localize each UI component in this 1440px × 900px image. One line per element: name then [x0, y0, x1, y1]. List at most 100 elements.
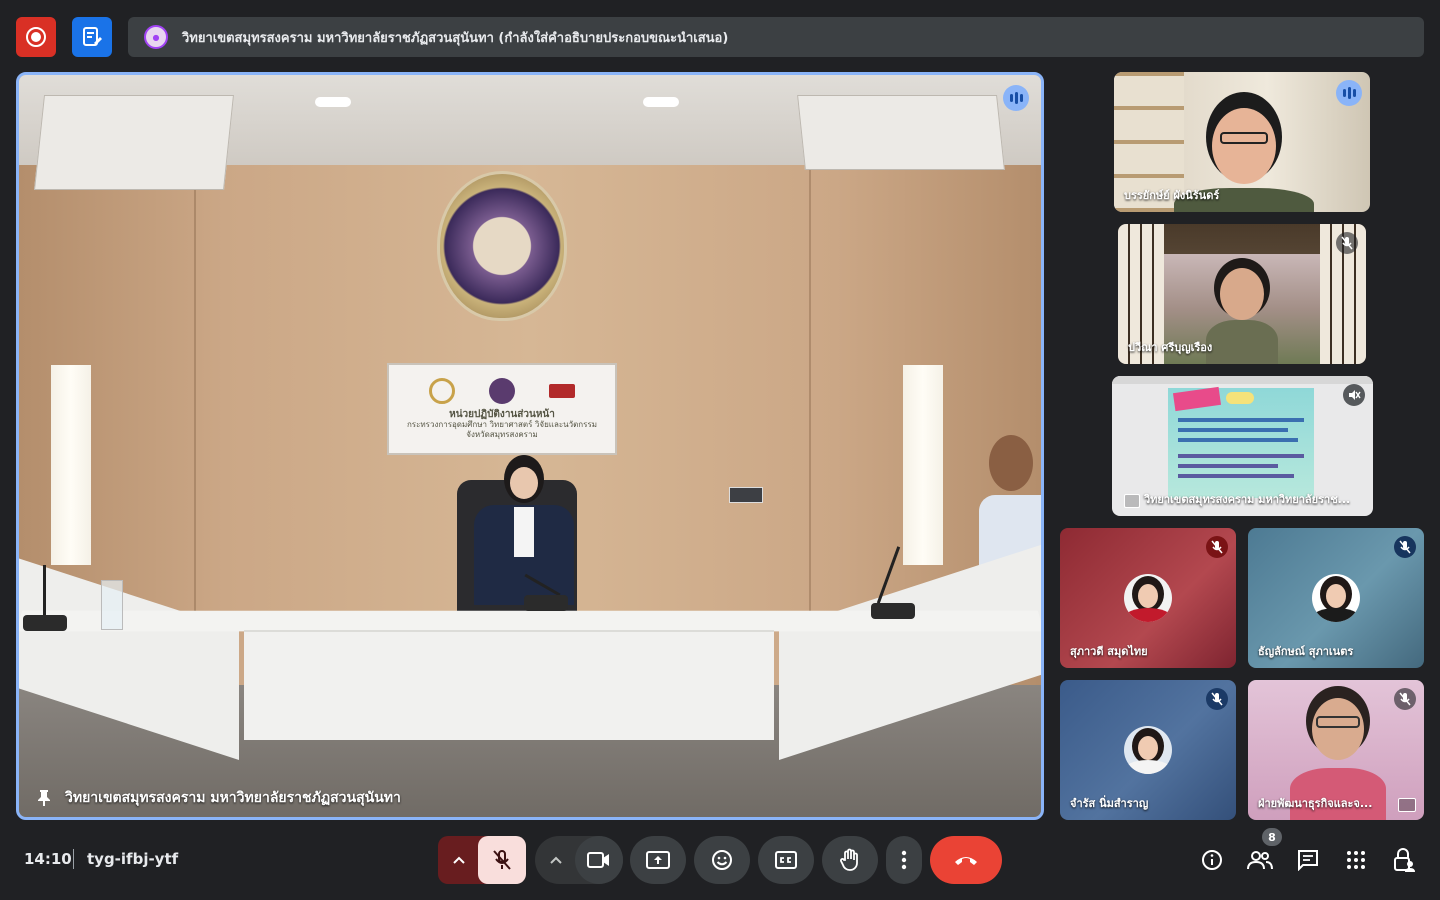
participant-video [1206, 258, 1278, 364]
host-controls-button[interactable] [1390, 846, 1418, 874]
closed-caption-icon [775, 851, 797, 869]
microphone-toggle-button[interactable] [478, 836, 526, 884]
leave-call-button[interactable] [930, 836, 1002, 884]
muted-indicator [1206, 688, 1228, 710]
present-screen-icon [1124, 494, 1140, 508]
muted-indicator [1394, 688, 1416, 710]
mic-off-icon [1399, 540, 1411, 554]
avatar [1124, 574, 1172, 622]
microphone-base [871, 603, 915, 619]
wall-line [809, 165, 811, 685]
apps-grid-icon [1347, 851, 1365, 869]
main-video-tile[interactable]: หน่วยปฏิบัติงานส่วนหน้า กระทรวงการอุดมศึ… [16, 72, 1044, 820]
logo-image [429, 378, 455, 404]
pin-icon[interactable] [37, 789, 51, 807]
video-options-button[interactable] [535, 836, 577, 884]
lock-person-icon [1394, 848, 1415, 872]
divider [73, 849, 74, 869]
volume-off-icon [1349, 390, 1361, 400]
hand-icon [840, 848, 858, 871]
meeting-code[interactable]: tyg-ifbj-ytf [87, 850, 178, 868]
meet-window: ● วิทยาเขตสมุทรสงคราม มหาวิทยาลัยราชภัฏส… [0, 0, 1440, 900]
present-screen-button[interactable] [630, 836, 686, 884]
mic-control-group [438, 836, 526, 884]
air-conditioner [34, 95, 234, 190]
participant-name: วิทยาเขตสมุทรสงคราม มหาวิทยาลัยราช... [1144, 493, 1351, 506]
participant-name: จำรัส นิ่มสำราญ [1070, 797, 1149, 810]
current-time: 14:10 [24, 850, 72, 868]
mic-off-icon [1211, 692, 1223, 706]
present-screen-icon [1398, 798, 1416, 812]
participant-tile[interactable]: ปวีณา ศรีบุญเรือง [1118, 224, 1366, 364]
sign-line-3: จังหวัดสมุทรสงคราม [466, 430, 538, 439]
audio-options-button[interactable] [438, 836, 480, 884]
info-icon [1202, 850, 1222, 870]
wall-window [903, 365, 943, 565]
people-button[interactable] [1246, 846, 1274, 874]
raise-hand-button[interactable] [822, 836, 878, 884]
more-vert-icon [901, 850, 907, 870]
wall-socket [729, 487, 763, 503]
participant-tile[interactable]: จำรัส นิ่มสำราญ [1060, 680, 1236, 820]
speaking-indicator [1336, 80, 1362, 106]
participant-tile[interactable]: ฝ่ายพัฒนาธุรกิจและจ... [1248, 680, 1424, 820]
avatar [1124, 726, 1172, 774]
logo-image [489, 378, 515, 404]
speaking-indicator [1003, 85, 1029, 111]
mic-off-icon [1399, 692, 1411, 706]
main-tile-name: วิทยาเขตสมุทรสงคราม มหาวิทยาลัยราชภัฏสวน… [65, 790, 401, 806]
sign-line-2: กระทรวงการอุดมศึกษา วิทยาศาสตร์ วิจัยและ… [406, 420, 598, 429]
shared-slide [1168, 386, 1314, 498]
mic-off-icon [1211, 540, 1223, 554]
avatar [1312, 574, 1360, 622]
muted-indicator [1206, 536, 1228, 558]
participant-name: ธัญลักษณ์ สุภาเนตร [1258, 645, 1354, 658]
presentation-tile[interactable]: วิทยาเขตสมุทรสงคราม มหาวิทยาลัยราช... [1112, 376, 1373, 516]
recording-button[interactable] [16, 17, 56, 57]
sign-line-1: หน่วยปฏิบัติงานส่วนหน้า [449, 409, 555, 420]
presentation-banner[interactable]: ● วิทยาเขตสมุทรสงคราม มหาวิทยาลัยราชภัฏส… [128, 17, 1424, 57]
camera-toggle-button[interactable] [575, 836, 623, 884]
presenter-avatar: ● [144, 25, 168, 49]
ceiling-light [315, 97, 351, 107]
people-icon [1247, 851, 1273, 870]
videocam-icon [587, 852, 609, 868]
meeting-details-button[interactable] [1198, 846, 1226, 874]
water-glass [101, 580, 123, 630]
university-emblem [437, 171, 567, 321]
camera-control-group [535, 836, 623, 884]
present-to-all-icon [646, 851, 670, 869]
wall-line [194, 165, 196, 685]
participant-name: ปวีณา ศรีบุญเรือง [1128, 341, 1213, 354]
chevron-up-icon [453, 856, 465, 864]
conference-table-front [244, 630, 774, 740]
participant-name: ฝ่ายพัฒนาธุรกิจและจ... [1258, 797, 1373, 810]
notes-icon [83, 27, 102, 46]
muted-indicator [1336, 232, 1358, 254]
captions-button[interactable] [758, 836, 814, 884]
screen-toolbar [1112, 376, 1373, 384]
ceiling-light [643, 97, 679, 107]
muted-indicator [1394, 536, 1416, 558]
notes-button[interactable] [72, 17, 112, 57]
mic-off-icon [493, 850, 511, 870]
chat-button[interactable] [1294, 846, 1322, 874]
microphone-base [23, 615, 67, 631]
participant-name: บรรยักษ์ย์ ผังนิรันดร์ [1124, 189, 1220, 202]
logo-image [549, 384, 575, 398]
more-options-button[interactable] [886, 836, 922, 884]
wall-window [51, 365, 91, 565]
participant-name: สุภาวดี สมุดไทย [1070, 645, 1148, 658]
participant-tile[interactable]: บรรยักษ์ย์ ผังนิรันดร์ [1114, 72, 1370, 212]
participant-tile[interactable]: ธัญลักษณ์ สุภาเนตร [1248, 528, 1424, 668]
activities-button[interactable] [1342, 846, 1370, 874]
participant-tile[interactable]: สุภาวดี สมุดไทย [1060, 528, 1236, 668]
air-conditioner [797, 95, 1005, 170]
record-icon [26, 27, 46, 47]
presentation-banner-text: วิทยาเขตสมุทรสงคราม มหาวิทยาลัยราชภัฏสวน… [182, 30, 729, 46]
reactions-button[interactable] [694, 836, 750, 884]
speaker-muted-indicator [1343, 384, 1365, 406]
mic-off-icon [1341, 236, 1353, 250]
microphone [43, 565, 46, 615]
people-count-badge: 8 [1262, 828, 1282, 846]
